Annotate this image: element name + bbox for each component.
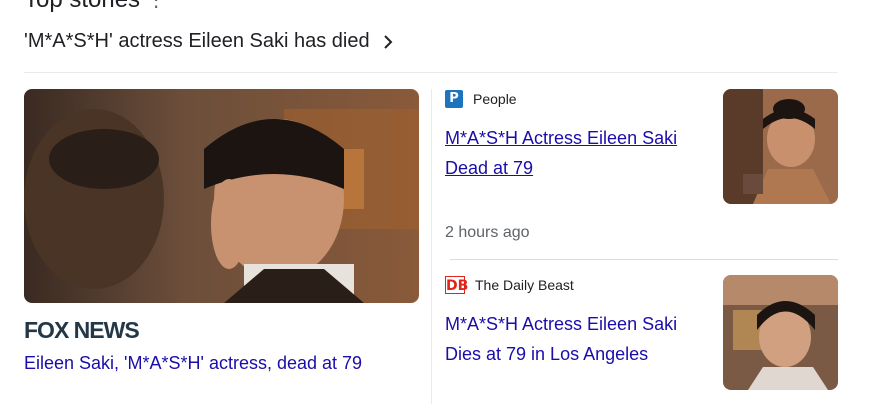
publisher-name: People (473, 91, 517, 107)
divider (24, 72, 838, 73)
people-favicon-icon: P (445, 90, 463, 108)
side-story-thumbnail[interactable] (723, 275, 838, 390)
side-story-title[interactable]: M*A*S*H Actress Eileen Saki Dead at 79 (445, 123, 685, 183)
top-stories-panel: Top stories ⋮ 'M*A*S*H' actress Eileen S… (0, 0, 892, 404)
main-story-title[interactable]: Eileen Saki, 'M*A*S*H' actress, dead at … (24, 351, 419, 375)
more-options-icon[interactable]: ⋮ (146, 0, 166, 10)
timestamp: 2 hours ago (445, 224, 530, 241)
fox-news-logo: FOX NEWS (24, 317, 140, 343)
side-story-card-people[interactable]: P People M*A*S*H Actress Eileen Saki Dea… (445, 89, 838, 204)
section-title-text: Top stories (24, 0, 140, 14)
story-headline-text: 'M*A*S*H' actress Eileen Saki has died (24, 30, 370, 52)
divider (450, 259, 838, 260)
main-story-card[interactable]: FOX NEWS Eileen Saki, 'M*A*S*H' actress,… (24, 89, 419, 375)
daily-beast-favicon-icon: DB (445, 276, 469, 294)
column-divider (431, 89, 432, 404)
story-headline-link[interactable]: 'M*A*S*H' actress Eileen Saki has died (24, 30, 396, 53)
publisher-name: The Daily Beast (475, 277, 574, 293)
section-title: Top stories ⋮ (24, 0, 166, 14)
main-story-thumbnail[interactable] (24, 89, 419, 303)
side-story-thumbnail[interactable] (723, 89, 838, 204)
side-story-title[interactable]: M*A*S*H Actress Eileen Saki Dies at 79 i… (445, 309, 685, 369)
side-story-card-daily-beast[interactable]: DB The Daily Beast M*A*S*H Actress Eilee… (445, 275, 838, 390)
chevron-right-icon (383, 34, 392, 49)
